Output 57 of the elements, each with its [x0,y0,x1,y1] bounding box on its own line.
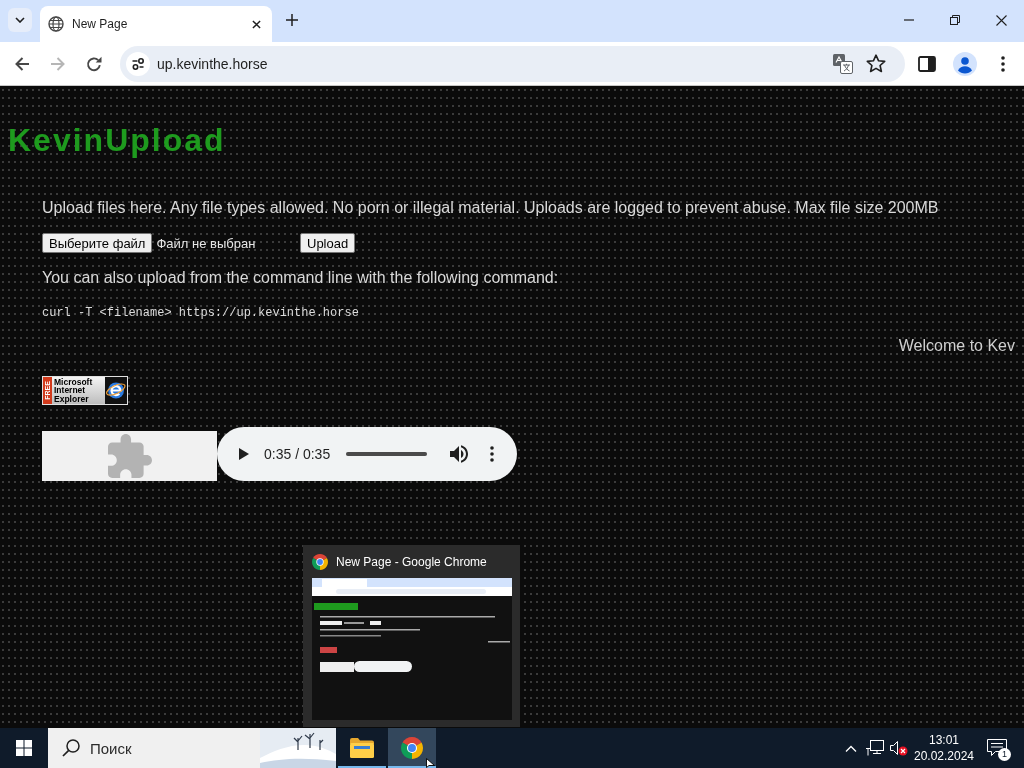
volume-button[interactable] [448,443,471,465]
plus-icon [286,14,298,26]
file-status-text: Файл не выбран [156,235,256,251]
notification-icon [987,739,1007,757]
welcome-marquee-text: Welcome to Kev [898,336,1015,355]
close-icon [251,19,261,29]
search-box[interactable]: Поиск [48,728,336,768]
chrome-icon [312,554,328,570]
cli-hint-text: You can also upload from the command line with the following command: [42,268,559,287]
volume-muted-icon [890,740,908,756]
minimize-icon [904,19,914,21]
windows-logo-icon [16,740,32,756]
choose-file-button[interactable]: Выберите файл [42,233,153,253]
url-text: up.kevinthe.horse [157,55,269,72]
badge-text: Microsoft [54,377,94,387]
folder-icon [350,738,374,758]
close-icon [995,14,1007,26]
clock-button[interactable]: 13:01 20.02.2024 [911,728,977,768]
more-icon [1001,55,1005,72]
tab-list-button[interactable] [8,8,32,32]
profile-icon [953,51,977,76]
e-logo-icon [105,377,127,404]
time-text: 0:35 / 0:35 [264,446,331,462]
progress-track[interactable] [346,452,428,456]
chevron-up-icon [845,744,857,752]
site-title: KevinUpload [8,122,226,159]
arrow-right-icon [50,55,66,72]
badge-text: Explorer [54,394,90,404]
taskbar-app-button[interactable] [388,728,436,768]
mouse-cursor-icon [426,758,435,768]
puzzle-piece-icon [107,434,152,478]
search-icon [62,739,80,757]
more-icon [490,446,495,462]
site-settings-icon [126,51,150,76]
preview-title: New Page - Google Chrome [336,555,487,569]
volume-icon [450,445,469,463]
play-button[interactable] [238,446,250,462]
arrow-left-icon [14,55,30,72]
badge-text: Internet [54,386,86,395]
intro-text: Upload files here. Any file types allowed. No porn or illegal material. Uploads are logged to prevent abuse. Max file size 200MB [42,198,939,217]
browser-tab[interactable]: New Page [40,6,272,42]
command-text: curl -T <filename> https://up.kevinthe.horse [42,306,359,320]
notifications-button[interactable]: 1 [977,728,1017,768]
reload-icon [86,55,102,72]
caret-icon [15,17,25,23]
play-icon [239,448,249,460]
star-icon [866,54,886,73]
chrome-icon [401,737,423,759]
network-icon [866,740,884,756]
notification-count: 1 [998,748,1011,761]
translate-icon [833,53,853,74]
side-panel-icon [918,55,936,72]
upload-button[interactable]: Upload [300,233,356,253]
restore-icon [950,15,960,25]
globe-icon [48,16,64,32]
address-bar[interactable]: up.kevinthe.horse [120,45,905,82]
window-preview-popup[interactable]: New Page - Google Chrome [303,545,520,727]
